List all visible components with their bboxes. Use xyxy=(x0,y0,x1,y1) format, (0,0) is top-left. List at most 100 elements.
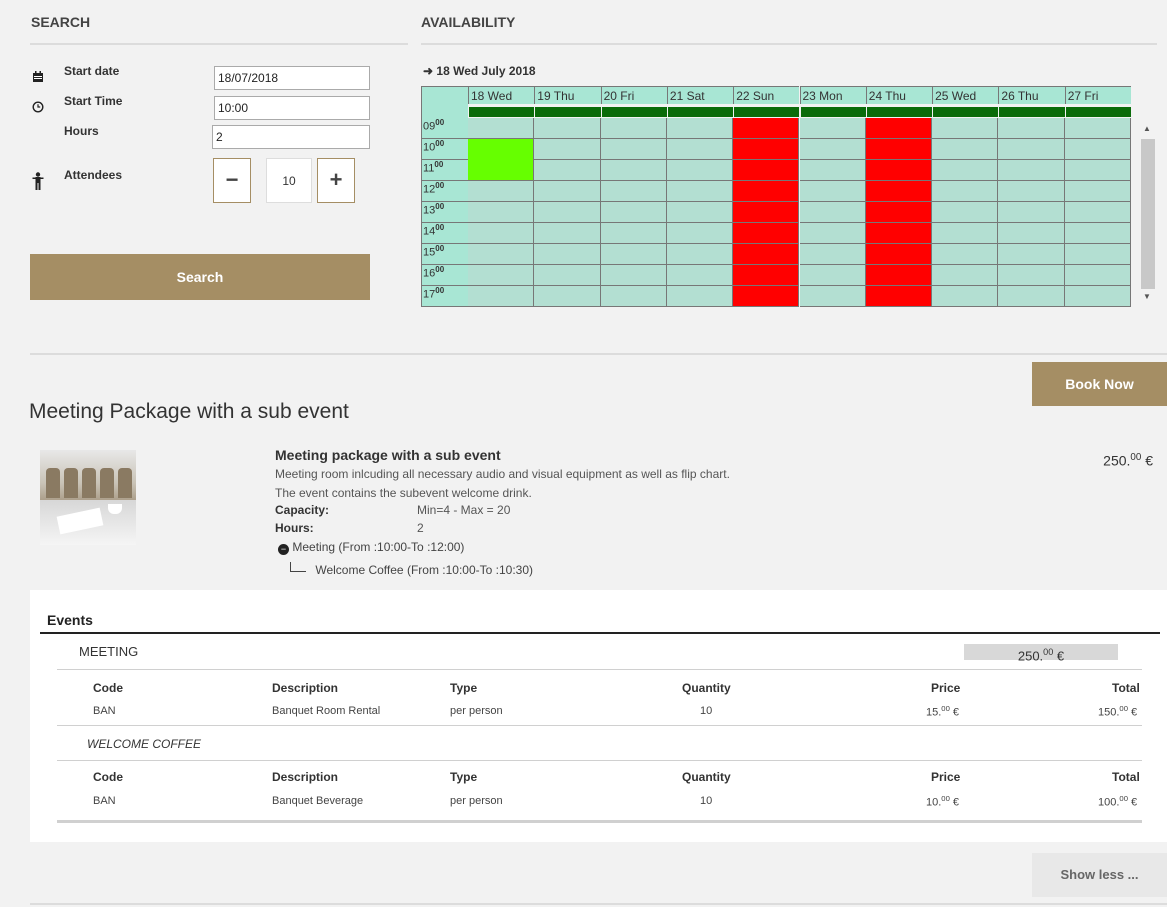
grid-slot-unavailable[interactable] xyxy=(865,223,933,244)
availability-grid[interactable]: 18 Wed 19 Thu 20 Fri 21 Sat 22 Sun 23 Mon 24 T… xyxy=(421,86,1161,309)
grid-slot-unavailable[interactable] xyxy=(733,223,800,244)
grid-slot[interactable] xyxy=(932,286,999,307)
grid-slot[interactable] xyxy=(932,244,999,265)
grid-slot[interactable] xyxy=(1064,286,1131,307)
show-less-button[interactable]: Show less ... xyxy=(1032,853,1167,897)
grid-slot[interactable] xyxy=(998,202,1065,223)
grid-slot[interactable] xyxy=(799,265,866,286)
grid-day-header[interactable]: 24 Thu xyxy=(865,86,933,104)
grid-slot[interactable] xyxy=(468,118,535,139)
grid-slot[interactable] xyxy=(1064,202,1131,223)
grid-slot[interactable] xyxy=(600,223,667,244)
availability-nav[interactable]: ➜ 18 Wed July 2018 xyxy=(423,64,536,78)
grid-slot[interactable] xyxy=(468,265,535,286)
grid-slot[interactable] xyxy=(666,244,734,265)
grid-slot[interactable] xyxy=(600,265,667,286)
grid-slot[interactable] xyxy=(600,139,667,160)
tree-item-meeting[interactable]: − Meeting (From :10:00-To :12:00) xyxy=(278,540,464,555)
grid-slot[interactable] xyxy=(799,118,866,139)
grid-day-header[interactable]: 27 Fri xyxy=(1064,86,1131,104)
grid-slot-unavailable[interactable] xyxy=(865,286,933,307)
attendees-plus-button[interactable]: + xyxy=(317,158,355,203)
grid-slot[interactable] xyxy=(1064,139,1131,160)
grid-slot[interactable] xyxy=(600,160,667,181)
grid-slot-selected[interactable] xyxy=(468,139,535,160)
grid-slot[interactable] xyxy=(666,265,734,286)
grid-slot[interactable] xyxy=(1064,265,1131,286)
grid-slot[interactable] xyxy=(534,244,601,265)
grid-slot[interactable] xyxy=(799,244,866,265)
grid-slot[interactable] xyxy=(666,286,734,307)
grid-slot-unavailable[interactable] xyxy=(865,139,933,160)
grid-slot[interactable] xyxy=(1064,160,1131,181)
grid-slot[interactable] xyxy=(666,202,734,223)
grid-day-header[interactable]: 25 Wed xyxy=(932,86,999,104)
attendees-minus-button[interactable]: − xyxy=(213,158,251,203)
grid-slot-unavailable[interactable] xyxy=(865,118,933,139)
grid-slot[interactable] xyxy=(799,286,866,307)
grid-slot[interactable] xyxy=(534,160,601,181)
grid-slot[interactable] xyxy=(799,181,866,202)
grid-slot-unavailable[interactable] xyxy=(865,181,933,202)
grid-slot[interactable] xyxy=(998,118,1065,139)
grid-day-header[interactable]: 26 Thu xyxy=(998,86,1065,104)
grid-slot[interactable] xyxy=(1064,118,1131,139)
scroll-down-arrow[interactable]: ▼ xyxy=(1143,292,1151,301)
grid-slot[interactable] xyxy=(932,160,999,181)
grid-slot[interactable] xyxy=(799,139,866,160)
grid-slot-unavailable[interactable] xyxy=(733,244,800,265)
grid-slot[interactable] xyxy=(600,244,667,265)
grid-day-header[interactable]: 19 Thu xyxy=(534,86,601,104)
grid-slot[interactable] xyxy=(932,223,999,244)
grid-slot[interactable] xyxy=(600,202,667,223)
grid-slot[interactable] xyxy=(666,181,734,202)
grid-slot[interactable] xyxy=(600,118,667,139)
grid-slot-unavailable[interactable] xyxy=(865,265,933,286)
grid-slot[interactable] xyxy=(799,160,866,181)
grid-slot-unavailable[interactable] xyxy=(733,160,800,181)
grid-slot-unavailable[interactable] xyxy=(733,139,800,160)
grid-day-header[interactable]: 18 Wed xyxy=(468,86,535,104)
grid-slot[interactable] xyxy=(468,223,535,244)
grid-slot[interactable] xyxy=(932,139,999,160)
grid-slot[interactable] xyxy=(534,265,601,286)
grid-slot[interactable] xyxy=(468,244,535,265)
grid-slot[interactable] xyxy=(534,181,601,202)
grid-slot-unavailable[interactable] xyxy=(865,160,933,181)
grid-day-header[interactable]: 20 Fri xyxy=(600,86,667,104)
start-date-field[interactable]: 18/07/2018 xyxy=(214,66,370,90)
grid-slot[interactable] xyxy=(1064,223,1131,244)
grid-slot[interactable] xyxy=(998,181,1065,202)
grid-day-header[interactable]: 23 Mon xyxy=(799,86,866,104)
grid-slot[interactable] xyxy=(666,139,734,160)
search-button[interactable]: Search xyxy=(30,254,370,300)
grid-slot[interactable] xyxy=(932,265,999,286)
grid-slot[interactable] xyxy=(932,202,999,223)
grid-slot[interactable] xyxy=(534,286,601,307)
grid-slot[interactable] xyxy=(998,244,1065,265)
grid-slot[interactable] xyxy=(600,286,667,307)
grid-slot-unavailable[interactable] xyxy=(733,181,800,202)
grid-slot-unavailable[interactable] xyxy=(733,265,800,286)
grid-slot-unavailable[interactable] xyxy=(733,286,800,307)
grid-slot[interactable] xyxy=(799,202,866,223)
grid-slot[interactable] xyxy=(998,286,1065,307)
grid-slot[interactable] xyxy=(1064,181,1131,202)
grid-day-header[interactable]: 21 Sat xyxy=(666,86,734,104)
grid-slot[interactable] xyxy=(932,118,999,139)
collapse-icon[interactable]: − xyxy=(278,544,289,555)
book-now-button[interactable]: Book Now xyxy=(1032,362,1167,406)
grid-slot[interactable] xyxy=(534,118,601,139)
hours-field[interactable]: 2 xyxy=(212,125,370,149)
grid-slot[interactable] xyxy=(468,286,535,307)
scroll-up-arrow[interactable]: ▲ xyxy=(1143,124,1151,133)
grid-slot[interactable] xyxy=(534,223,601,244)
grid-slot[interactable] xyxy=(1064,244,1131,265)
grid-slot[interactable] xyxy=(666,160,734,181)
grid-slot[interactable] xyxy=(998,160,1065,181)
grid-slot[interactable] xyxy=(998,265,1065,286)
grid-slot[interactable] xyxy=(534,202,601,223)
grid-slot-unavailable[interactable] xyxy=(733,118,800,139)
grid-slot[interactable] xyxy=(998,223,1065,244)
grid-day-header[interactable]: 22 Sun xyxy=(733,86,800,104)
